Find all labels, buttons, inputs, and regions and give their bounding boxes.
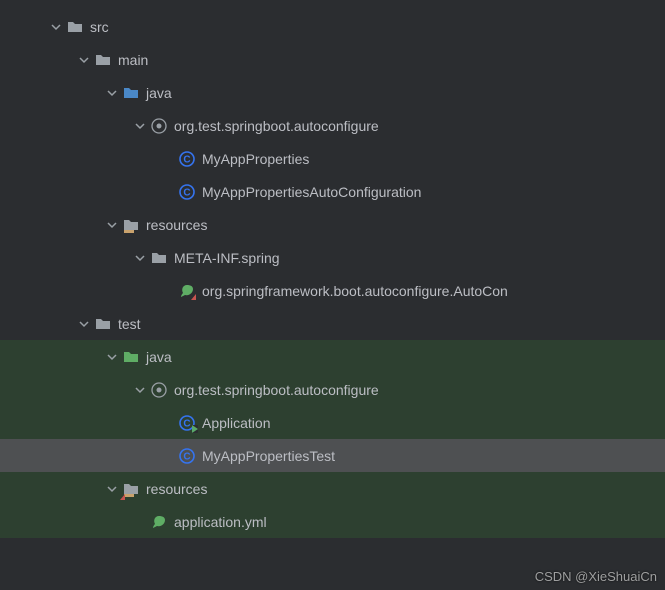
tree-node-main-package[interactable]: org.test.springboot.autoconfigure [0,109,665,142]
tree-node-main[interactable]: main [0,43,665,76]
node-label: org.test.springboot.autoconfigure [174,118,379,134]
tree-node-test[interactable]: test [0,307,665,340]
spring-yml-icon [150,514,168,530]
node-label: MyAppProperties [202,151,309,167]
chevron-down-icon[interactable] [76,52,92,68]
chevron-down-icon[interactable] [76,316,92,332]
tree-node-test-java[interactable]: java [0,340,665,373]
test-resources-folder-icon [122,481,140,497]
tree-node-resources[interactable]: resources [0,208,665,241]
node-label: application.yml [174,514,267,530]
node-label: java [146,85,172,101]
tree-node-application-class[interactable]: Application [0,406,665,439]
tree-node-main-java[interactable]: java [0,76,665,109]
project-tree: src main java org.test.springboot.autoco… [0,0,665,538]
chevron-down-icon[interactable] [104,481,120,497]
class-icon [178,448,196,464]
node-label: test [118,316,141,332]
tree-node-application-yml[interactable]: application.yml [0,505,665,538]
tree-node-test-package[interactable]: org.test.springboot.autoconfigure [0,373,665,406]
chevron-down-icon[interactable] [104,85,120,101]
node-label: org.test.springboot.autoconfigure [174,382,379,398]
node-label: MyAppPropertiesAutoConfiguration [202,184,421,200]
tree-node-class[interactable]: MyAppPropertiesAutoConfiguration [0,175,665,208]
node-label: Application [202,415,271,431]
folder-icon [66,19,84,35]
package-icon [150,118,168,134]
chevron-down-icon[interactable] [48,19,64,35]
tree-node-test-class-selected[interactable]: MyAppPropertiesTest [0,439,665,472]
chevron-down-icon[interactable] [132,250,148,266]
watermark: CSDN @XieShuaiCn [535,569,657,584]
folder-icon [150,250,168,266]
spring-config-icon [178,283,196,299]
source-folder-icon [122,85,140,101]
node-label: META-INF.spring [174,250,280,266]
tree-node-test-resources[interactable]: resources [0,472,665,505]
runnable-class-icon [178,415,196,431]
chevron-down-icon[interactable] [104,349,120,365]
class-icon [178,184,196,200]
node-label: resources [146,217,207,233]
node-label: org.springframework.boot.autoconfigure.A… [202,283,508,299]
tree-node-autoconfig-file[interactable]: org.springframework.boot.autoconfigure.A… [0,274,665,307]
tree-node-src[interactable]: src [0,10,665,43]
node-label: MyAppPropertiesTest [202,448,335,464]
node-label: main [118,52,148,68]
folder-icon [94,52,112,68]
tree-node-metainf[interactable]: META-INF.spring [0,241,665,274]
chevron-down-icon[interactable] [132,382,148,398]
folder-icon [94,316,112,332]
chevron-down-icon[interactable] [132,118,148,134]
package-icon [150,382,168,398]
node-label: resources [146,481,207,497]
node-label: src [90,19,109,35]
class-icon [178,151,196,167]
resources-folder-icon [122,217,140,233]
tree-node-class[interactable]: MyAppProperties [0,142,665,175]
node-label: java [146,349,172,365]
test-folder-icon [122,349,140,365]
chevron-down-icon[interactable] [104,217,120,233]
